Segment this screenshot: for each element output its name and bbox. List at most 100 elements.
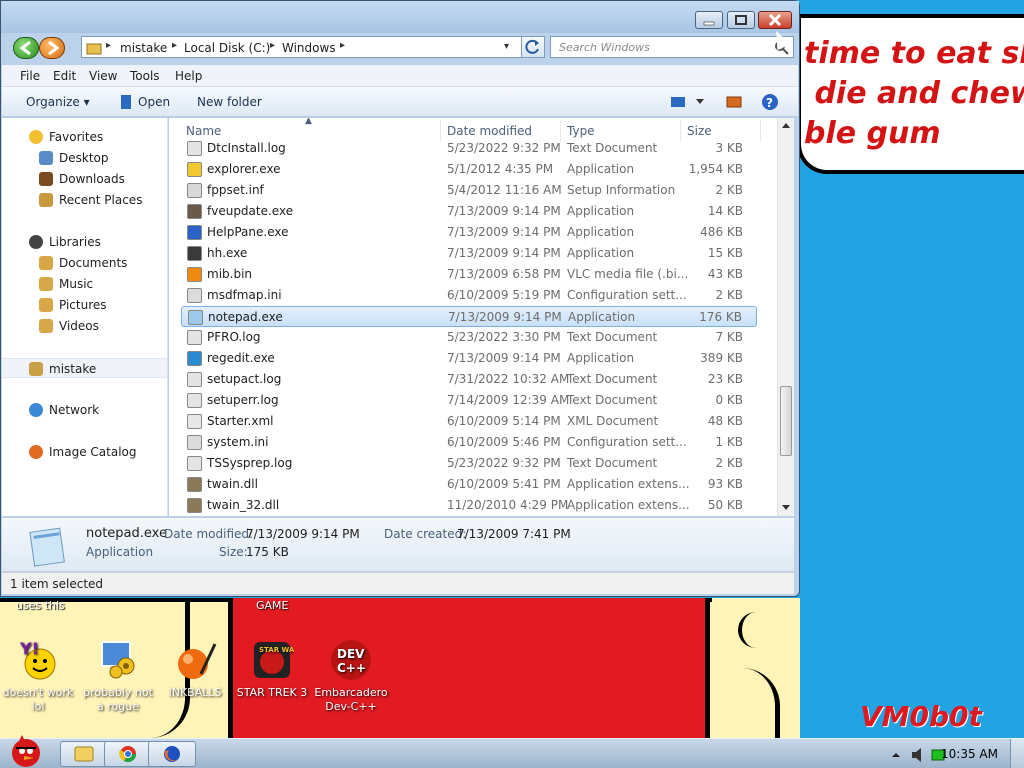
vlc-icon (187, 267, 202, 282)
menu-tools[interactable]: Tools (130, 69, 160, 83)
nav-pictures[interactable]: Pictures (2, 295, 167, 315)
table-row[interactable]: system.ini 6/10/2009 5:46 PM Configuration… (181, 432, 757, 453)
breadcrumb-separator-icon[interactable]: ▸ (106, 40, 111, 51)
wallpaper-label: GAME (256, 599, 289, 612)
back-button[interactable] (13, 37, 39, 59)
downloads-icon (39, 172, 53, 186)
desktop-icon-inkballs[interactable]: INKBALLS (157, 638, 233, 700)
file-name-cell: DtcInstall.log (207, 141, 286, 155)
column-type-header[interactable]: Type (567, 124, 595, 138)
details-pane: notepad.exe Application Date modified: 7… (2, 517, 794, 571)
details-modified-value: 7/13/2009 9:14 PM (246, 527, 360, 541)
table-row[interactable]: twain.dll 6/10/2009 5:41 PM Application ex… (181, 474, 757, 495)
file-size-cell: 43 KB (707, 267, 743, 281)
preview-pane-icon[interactable] (726, 95, 742, 109)
file-type-cell: Configuration sett... (567, 288, 687, 302)
change-view-icon[interactable] (670, 95, 708, 109)
dll-icon (187, 477, 202, 492)
nav-music[interactable]: Music (2, 274, 167, 294)
window-titlebar[interactable] (1, 1, 799, 33)
maximize-button[interactable] (727, 11, 755, 29)
desktop-icon-gears[interactable]: probably not a rogue (80, 638, 156, 714)
nav-label: Documents (59, 256, 128, 270)
taskbar-firefox-button[interactable] (148, 741, 196, 767)
file-type-cell: Application (567, 246, 635, 260)
image-catalog-icon (29, 445, 43, 459)
column-name-header[interactable]: Name (186, 124, 221, 138)
nav-downloads[interactable]: Downloads (2, 169, 167, 189)
menu-view[interactable]: View (89, 69, 117, 83)
table-row[interactable]: explorer.exe 5/1/2012 4:35 PM Application 1… (181, 159, 757, 180)
breadcrumb-separator-icon[interactable]: ▸ (172, 40, 177, 51)
table-row[interactable]: setupact.log 7/31/2022 10:32 AM Text Docum… (181, 369, 757, 390)
nav-favorites[interactable]: Favorites (2, 127, 167, 147)
file-date-cell: 7/13/2009 9:14 PM (447, 351, 561, 365)
details-created-label: Date created: (384, 527, 467, 541)
table-row[interactable]: DtcInstall.log 5/23/2022 9:32 PM Text Docu… (181, 138, 757, 159)
breadcrumb-separator-icon[interactable]: ▸ (340, 40, 345, 51)
file-name-cell: system.ini (207, 435, 269, 449)
desktop-icon-devcpp[interactable]: DEV C++ Embarcadero Dev-C++ (313, 638, 389, 714)
table-row[interactable]: Starter.xml 6/10/2009 5:14 PM XML Document… (181, 411, 757, 432)
show-desktop-button[interactable] (1010, 739, 1024, 768)
column-date-header[interactable]: Date modified (447, 124, 532, 138)
taskbar-clock[interactable]: 10:35 AM (941, 747, 998, 761)
new-folder-button[interactable]: New folder (197, 95, 262, 109)
table-row[interactable]: regedit.exe 7/13/2009 9:14 PM Application 3… (181, 348, 757, 369)
table-row[interactable]: hh.exe 7/13/2009 9:14 PM Application 15 KB (181, 243, 757, 264)
breadcrumb-item[interactable]: mistake (120, 41, 167, 55)
table-row[interactable]: twain_32.dll 11/20/2010 4:29 PM Applicatio… (181, 495, 757, 516)
taskbar-explorer-button[interactable] (60, 741, 108, 767)
table-row[interactable]: fveupdate.exe 7/13/2009 9:14 PM Applicatio… (181, 201, 757, 222)
nav-recent-places[interactable]: Recent Places (2, 190, 167, 210)
refresh-button[interactable] (521, 36, 545, 58)
search-input[interactable]: Search Windows (550, 36, 794, 58)
table-row[interactable]: msdfmap.ini 6/10/2009 5:19 PM Configuratio… (181, 285, 757, 306)
table-row[interactable]: HelpPane.exe 7/13/2009 9:14 PM Application… (181, 222, 757, 243)
forward-button[interactable] (39, 37, 65, 59)
menu-file[interactable]: File (20, 69, 40, 83)
nav-homegroup[interactable]: mistake (2, 358, 167, 378)
desktop-icon-star-trek[interactable]: STAR WARS STAR TREK 3 (234, 638, 310, 700)
breadcrumb-item[interactable]: Local Disk (C:) (184, 41, 270, 55)
taskbar-chrome-button[interactable] (104, 741, 152, 767)
scroll-up-icon[interactable] (781, 121, 791, 129)
table-row[interactable]: TSSysprep.log 5/23/2022 9:32 PM Text Docum… (181, 453, 757, 474)
nav-libraries[interactable]: Libraries (2, 232, 167, 252)
organize-button[interactable]: Organize ▾ (26, 95, 90, 109)
nav-image-catalog[interactable]: Image Catalog (2, 442, 167, 462)
breadcrumb-item[interactable]: Windows (282, 41, 336, 55)
breadcrumb-separator-icon[interactable]: ▸ (270, 40, 275, 51)
nav-videos[interactable]: Videos (2, 316, 167, 336)
arrow-right-icon (48, 40, 60, 56)
address-history-chevron-icon[interactable]: ▾ (504, 41, 509, 52)
scrollbar-thumb[interactable] (780, 386, 792, 456)
column-size-header[interactable]: Size (687, 124, 712, 138)
file-date-cell: 6/10/2009 5:19 PM (447, 288, 561, 302)
column-divider[interactable] (760, 120, 761, 142)
help-icon[interactable]: ? (761, 93, 779, 111)
table-row[interactable]: PFRO.log 5/23/2022 3:30 PM Text Document 7 … (181, 327, 757, 348)
nav-documents[interactable]: Documents (2, 253, 167, 273)
open-button[interactable]: Open (138, 95, 170, 109)
menu-help[interactable]: Help (175, 69, 202, 83)
wallpaper-signature: VM0b0t (860, 700, 982, 733)
table-row[interactable]: setuperr.log 7/14/2009 12:39 AM Text Docum… (181, 390, 757, 411)
start-button[interactable] (4, 731, 48, 768)
close-button[interactable] (758, 11, 792, 29)
nav-desktop[interactable]: Desktop (2, 148, 167, 168)
vertical-scrollbar[interactable] (777, 118, 794, 516)
table-row[interactable]: fppset.inf 5/4/2012 11:16 AM Setup Informa… (181, 180, 757, 201)
file-name-cell: TSSysprep.log (207, 456, 293, 470)
scroll-down-icon[interactable] (781, 504, 791, 512)
file-date-cell: 11/20/2010 4:29 PM (447, 498, 569, 512)
address-bar[interactable]: ▸ mistake ▸ Local Disk (C:) ▸ Windows ▸ … (81, 36, 527, 58)
menu-edit[interactable]: Edit (53, 69, 76, 83)
desktop-icon-yahoo[interactable]: Y! doesn't work lol (0, 638, 76, 714)
table-row[interactable]: mib.bin 7/13/2009 6:58 PM VLC media file (… (181, 264, 757, 285)
svg-text:Y!: Y! (19, 639, 39, 658)
angry-bird-icon (12, 735, 40, 767)
nav-network[interactable]: Network (2, 400, 167, 420)
minimize-button[interactable] (695, 11, 723, 29)
table-row[interactable]: notepad.exe 7/13/2009 9:14 PM Application 1… (181, 306, 757, 327)
